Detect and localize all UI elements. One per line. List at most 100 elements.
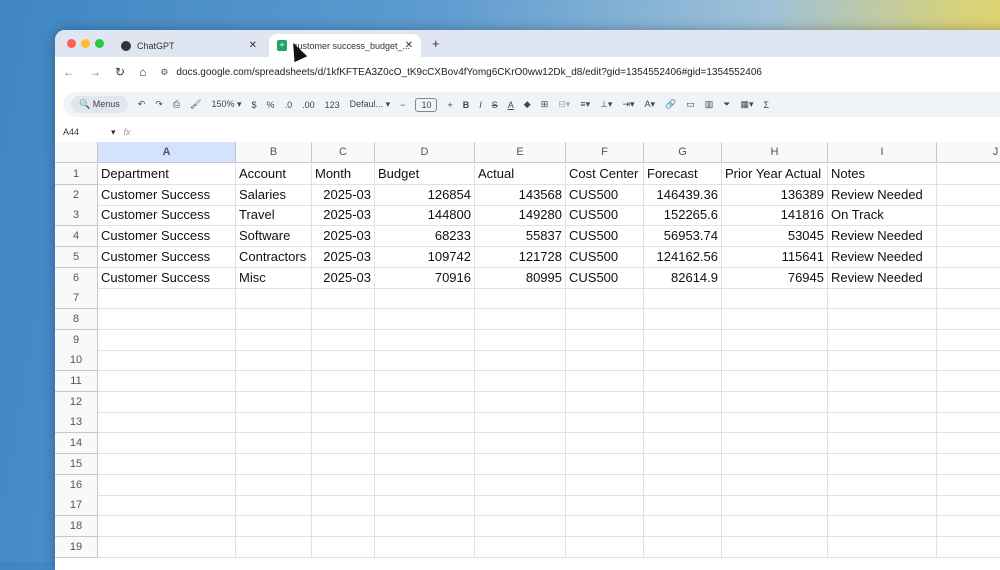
cell[interactable] xyxy=(312,495,375,517)
cell[interactable]: Travel xyxy=(236,205,312,227)
column-header-f[interactable]: F xyxy=(566,142,644,163)
cell[interactable] xyxy=(236,495,312,517)
cell[interactable]: Customer Success xyxy=(98,205,236,227)
cell[interactable] xyxy=(375,453,475,475)
cell[interactable] xyxy=(312,350,375,372)
cell[interactable] xyxy=(937,350,1000,372)
currency-button[interactable]: $ xyxy=(252,100,257,110)
cell[interactable]: 53045 xyxy=(722,226,828,248)
select-all-corner[interactable] xyxy=(55,142,98,163)
cell[interactable] xyxy=(722,495,828,517)
cell[interactable]: 149280 xyxy=(475,205,566,227)
cell[interactable] xyxy=(98,391,236,413)
cell[interactable]: 80995 xyxy=(475,267,566,289)
cell[interactable]: 2025-03 xyxy=(312,246,375,268)
cell[interactable] xyxy=(937,309,1000,330)
cell[interactable] xyxy=(828,329,937,351)
cell[interactable]: CUS500 xyxy=(566,226,644,248)
name-box[interactable]: A44 xyxy=(63,127,103,137)
close-tab-icon[interactable]: ✕ xyxy=(249,40,257,51)
cell[interactable]: Customer Success xyxy=(98,226,236,248)
cell[interactable] xyxy=(644,453,722,475)
cell[interactable] xyxy=(566,412,644,434)
cell[interactable] xyxy=(828,495,937,517)
cell[interactable] xyxy=(828,371,937,392)
cell[interactable]: Account xyxy=(236,164,312,185)
more-formats-button[interactable]: 123 xyxy=(325,100,340,110)
cell[interactable] xyxy=(722,536,828,558)
cell[interactable] xyxy=(375,474,475,496)
cell[interactable] xyxy=(937,475,1000,496)
column-header-e[interactable]: E xyxy=(475,142,566,163)
cell[interactable] xyxy=(312,371,375,392)
row-header[interactable]: 12 xyxy=(55,391,98,413)
cell[interactable]: 124162.56 xyxy=(644,246,722,268)
column-header-b[interactable]: B xyxy=(236,142,312,163)
formula-input[interactable] xyxy=(139,125,1000,139)
cell[interactable] xyxy=(644,474,722,496)
cell[interactable] xyxy=(236,453,312,475)
cell[interactable] xyxy=(937,330,1000,351)
cell[interactable] xyxy=(566,329,644,351)
cell[interactable] xyxy=(236,536,312,558)
cell[interactable] xyxy=(236,288,312,310)
cell[interactable] xyxy=(98,453,236,475)
cell[interactable] xyxy=(312,453,375,475)
cell[interactable] xyxy=(566,350,644,372)
cell[interactable] xyxy=(475,495,566,517)
cell[interactable] xyxy=(644,412,722,434)
reload-icon[interactable]: ↻ xyxy=(115,65,125,79)
cell[interactable] xyxy=(312,288,375,310)
column-header-i[interactable]: I xyxy=(828,142,937,163)
cell[interactable] xyxy=(566,474,644,496)
site-settings-icon[interactable]: ⚙ xyxy=(160,67,168,78)
cell[interactable]: Customer Success xyxy=(98,184,236,206)
back-icon[interactable]: ← xyxy=(63,65,75,79)
cell[interactable] xyxy=(98,536,236,558)
cell[interactable]: 68233 xyxy=(375,226,475,248)
cell[interactable] xyxy=(375,412,475,434)
print-icon[interactable]: ⎙ xyxy=(173,99,180,110)
close-window-button[interactable] xyxy=(67,39,76,48)
cell[interactable] xyxy=(937,268,1000,289)
row-header[interactable]: 16 xyxy=(55,474,98,496)
row-header[interactable]: 11 xyxy=(55,371,98,392)
cell[interactable] xyxy=(98,515,236,537)
cell[interactable]: 55837 xyxy=(475,226,566,248)
bold-button[interactable]: B xyxy=(463,100,470,110)
row-header[interactable]: 14 xyxy=(55,433,98,455)
cell[interactable] xyxy=(236,515,312,537)
cell[interactable]: 2025-03 xyxy=(312,267,375,289)
cell[interactable] xyxy=(722,412,828,434)
row-header[interactable]: 10 xyxy=(55,350,98,372)
decrease-decimal-button[interactable]: .0 xyxy=(285,100,293,110)
row-header[interactable]: 5 xyxy=(55,246,98,268)
minimize-window-button[interactable] xyxy=(81,39,90,48)
column-header-g[interactable]: G xyxy=(644,142,722,163)
cell[interactable] xyxy=(312,391,375,413)
cell[interactable] xyxy=(312,433,375,455)
name-box-dropdown-icon[interactable]: ▾ xyxy=(111,127,116,138)
cell[interactable] xyxy=(312,308,375,330)
cell[interactable] xyxy=(475,308,566,330)
cell[interactable] xyxy=(937,164,1000,185)
cell[interactable] xyxy=(828,433,937,455)
strikethrough-icon[interactable]: S xyxy=(492,100,498,110)
cell[interactable] xyxy=(828,474,937,496)
cell[interactable]: 2025-03 xyxy=(312,205,375,227)
row-header[interactable]: 6 xyxy=(55,267,98,289)
cell[interactable] xyxy=(475,350,566,372)
cell[interactable]: 2025-03 xyxy=(312,184,375,206)
merge-cells-icon[interactable]: ⊟▾ xyxy=(558,99,570,110)
row-header[interactable]: 17 xyxy=(55,495,98,517)
cell[interactable] xyxy=(475,474,566,496)
cell[interactable] xyxy=(375,536,475,558)
cell[interactable] xyxy=(566,308,644,330)
horizontal-align-icon[interactable]: ≡▾ xyxy=(580,99,590,110)
cell[interactable] xyxy=(375,350,475,372)
row-header[interactable]: 13 xyxy=(55,412,98,434)
cell[interactable] xyxy=(236,474,312,496)
cell[interactable] xyxy=(937,185,1000,206)
cell[interactable] xyxy=(312,515,375,537)
url-input[interactable]: docs.google.com/spreadsheets/d/1kfKFTEA3… xyxy=(176,67,762,78)
